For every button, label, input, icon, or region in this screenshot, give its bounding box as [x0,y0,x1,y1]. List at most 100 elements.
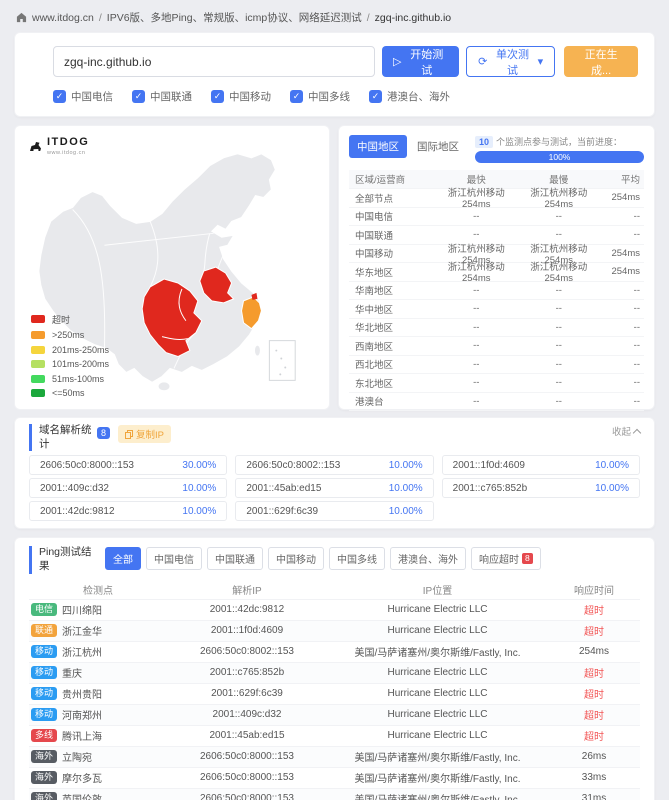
ping-row: 多线腾讯上海2001::45ab:ed15Hurricane Electric … [29,726,640,747]
region-cell: -- [435,340,518,351]
single-test-button[interactable]: ⟳ 单次测试 ▾ [466,46,555,77]
ping-tab[interactable]: 港澳台、海外 [390,547,466,570]
collapse-button[interactable]: 收起 [612,424,640,438]
region-cell: -- [518,340,601,351]
ping-node-cell: 海外英国伦敦 [29,791,167,800]
taiwan-island [254,345,260,356]
dns-ip-item[interactable]: 2001::c765:852b10.00% [442,478,640,498]
dns-ip-grid: 2606:50c0:8000::15330.00% 2606:50c0:8002:… [29,455,640,521]
checkbox-checked-icon[interactable]: ✓ [211,90,224,103]
play-icon: ▷ [393,55,401,68]
region-cell: -- [518,396,601,407]
region-cell: 港澳台 [349,394,435,408]
isp-badge: 海外 [31,792,57,800]
region-cell: 华东地区 [349,265,435,279]
ip-location: 美国/马萨诸塞州/奥尔斯维/Fastly, Inc. [327,749,548,764]
checkbox-checked-icon[interactable]: ✓ [132,90,145,103]
dns-ip-item[interactable]: 2606:50c0:8000::15330.00% [29,455,227,475]
ping-tab-label: 中国移动 [276,551,316,566]
generating-link-button[interactable]: 正在生成... [564,46,638,77]
dns-ip: 2001::1f0d:4609 [453,460,525,471]
ping-tab[interactable]: 中国联通 [207,547,263,570]
dns-ip-item[interactable]: 2001::45ab:ed1510.00% [235,478,433,498]
breadcrumb-site[interactable]: www.itdog.cn [32,12,94,24]
region-cell: -- [435,303,518,314]
region-cell: 华中地区 [349,302,435,316]
region-cell: 华南地区 [349,283,435,297]
isp-checkbox[interactable]: ✓中国电信 [53,89,113,104]
isp-badge: 电信 [31,603,57,616]
progress-fill: 100% [475,151,644,163]
ip-location: Hurricane Electric LLC [327,667,548,678]
isp-badge: 海外 [31,750,57,763]
ping-row: 移动河南郑州2001::409c:d32Hurricane Electric L… [29,705,640,726]
ping-node-cell: 海外摩尔多瓦 [29,770,167,785]
resolved-ip: 2001::1f0d:4609 [167,625,327,636]
resolved-ip: 2606:50c0:8000::153 [167,772,327,783]
region-row: 华南地区------ [349,282,644,301]
ping-tab[interactable]: 中国电信 [146,547,202,570]
node-location: 浙江金华 [62,623,102,638]
resolved-ip: 2606:50c0:8000::153 [167,793,327,800]
region-tab[interactable]: 国际地区 [409,135,467,158]
dns-ip-item[interactable]: 2001::409c:d3210.00% [29,478,227,498]
dog-icon [28,140,43,153]
response-time: 超时 [548,686,640,701]
isp-checkbox[interactable]: ✓中国联通 [132,89,192,104]
dns-ip-item[interactable]: 2001::1f0d:460910.00% [442,455,640,475]
resolved-ip: 2001::42dc:9812 [167,604,327,615]
region-row: 华中地区------ [349,300,644,319]
region-col-header: 区域/运营商 [349,172,435,186]
checkbox-checked-icon[interactable]: ✓ [290,90,303,103]
isp-checkbox[interactable]: ✓中国多线 [290,89,350,104]
legend-item: <=50ms [31,388,109,398]
region-cell: -- [600,359,644,370]
map-region-zhejiang[interactable] [242,297,262,329]
start-test-button[interactable]: ▷ 开始测试 [382,46,459,77]
region-tab[interactable]: 中国地区 [349,135,407,158]
progress-text: 个监测点参与测试，当前进度： [496,135,622,148]
checkbox-checked-icon[interactable]: ✓ [369,90,382,103]
legend-swatch [31,360,45,368]
ping-results-card: Ping测试结果 全部中国电信中国联通中国移动中国多线港澳台、海外响应超时8 检… [14,537,655,800]
resolved-ip: 2001::45ab:ed15 [167,730,327,741]
region-cell: -- [600,396,644,407]
region-col-header: 平均 [600,172,644,186]
node-count-badge: 10 [475,136,493,148]
breadcrumb: www.itdog.cn / IPV6版、多地Ping、常规版、icmp协议、网… [0,0,669,32]
ping-results-table: 检测点解析IPIP位置响应时间 电信四川绵阳2001::42dc:9812Hur… [29,580,640,800]
region-row: 西南地区------ [349,337,644,356]
ping-tab[interactable]: 响应超时8 [471,547,541,570]
breadcrumb-separator: / [367,12,370,24]
start-test-label: 开始测试 [405,46,448,78]
checkbox-checked-icon[interactable]: ✓ [53,90,66,103]
isp-checkbox[interactable]: ✓中国移动 [211,89,271,104]
region-cell: -- [435,396,518,407]
ping-row: 海外英国伦敦2606:50c0:8000::153美国/马萨诸塞州/奥尔斯维/F… [29,789,640,800]
dns-ip-item[interactable]: 2001::42dc:981210.00% [29,501,227,521]
ip-location: Hurricane Electric LLC [327,604,548,615]
dns-percent: 10.00% [389,460,423,471]
dns-percent: 10.00% [182,506,216,517]
region-cell: -- [435,211,518,222]
ip-location: 美国/马萨诸塞州/奥尔斯维/Fastly, Inc. [327,644,548,659]
ping-tab[interactable]: 中国移动 [268,547,324,570]
ping-tab[interactable]: 全部 [105,547,141,570]
dns-ip-item[interactable]: 2606:50c0:8002::15310.00% [235,455,433,475]
home-icon [16,12,27,23]
region-cell: -- [518,322,601,333]
legend-label: 201ms-250ms [52,345,109,355]
isp-badge: 海外 [31,771,57,784]
region-cell: -- [600,322,644,333]
ping-row: 海外摩尔多瓦2606:50c0:8000::153美国/马萨诸塞州/奥尔斯维/F… [29,768,640,789]
ping-table-body: 电信四川绵阳2001::42dc:9812Hurricane Electric … [29,600,640,800]
host-input[interactable] [53,46,375,77]
isp-checkbox[interactable]: ✓港澳台、海外 [369,89,450,104]
dns-ip-item[interactable]: 2001::629f:6c3910.00% [235,501,433,521]
ping-tab[interactable]: 中国多线 [329,547,385,570]
dns-percent: 10.00% [182,483,216,494]
response-time: 33ms [548,772,640,783]
copy-ip-button[interactable]: 复制IP [118,425,171,443]
resolved-ip: 2606:50c0:8000::153 [167,751,327,762]
region-cell: 254ms [600,248,644,259]
